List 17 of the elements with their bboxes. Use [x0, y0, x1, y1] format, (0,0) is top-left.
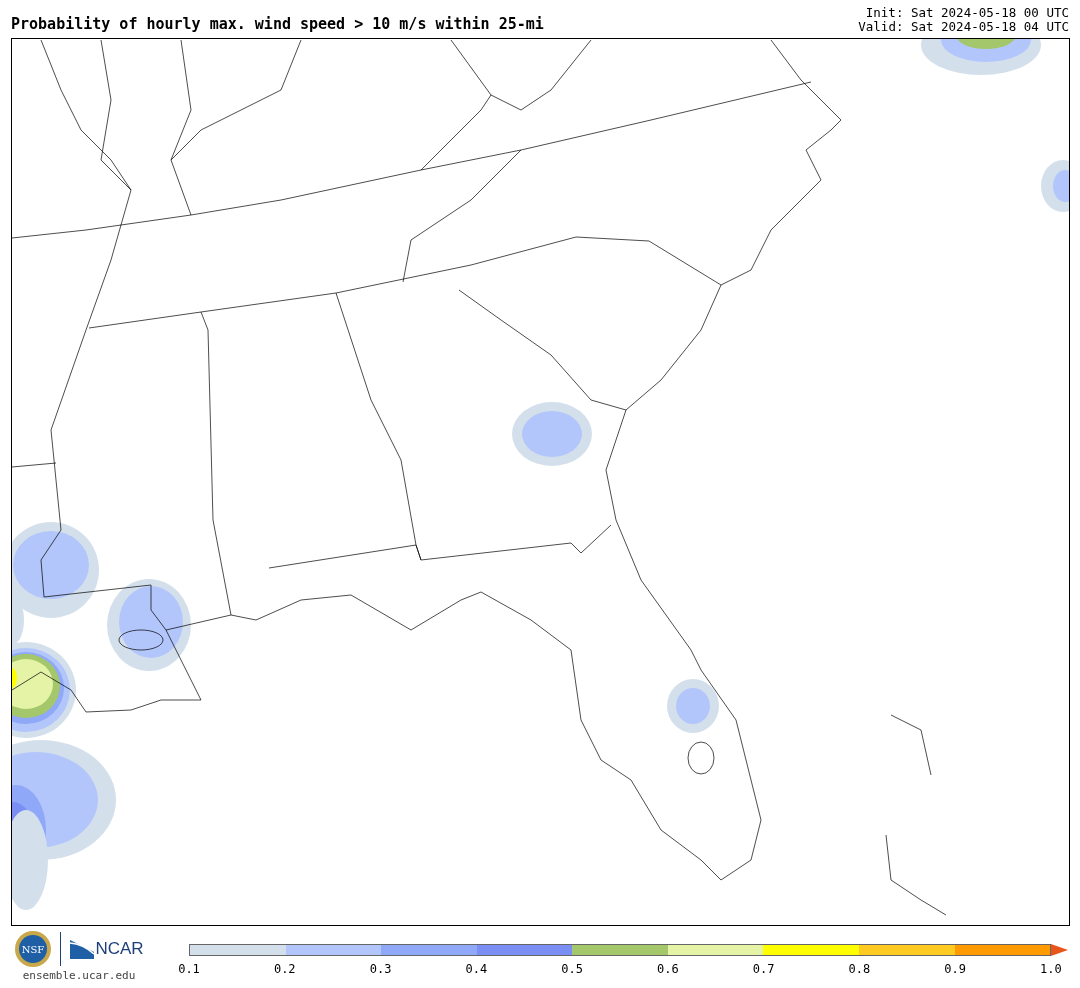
tick-label: 0.4 — [464, 961, 489, 978]
tick-label: 1.0 — [1039, 961, 1063, 978]
site-url: ensemble.ucar.edu — [22, 968, 136, 984]
tick-label: 0.1 — [177, 961, 201, 978]
tick-label: 0.8 — [847, 961, 872, 978]
tick-label: 0.5 — [560, 961, 584, 978]
tick-label: 0.9 — [943, 961, 967, 978]
tick-label: 0.2 — [272, 961, 297, 978]
ncar-logo-icon — [69, 938, 96, 960]
nsf-logo: NSF — [14, 930, 53, 968]
ncar-wordmark: NCAR — [95, 938, 144, 961]
tick-label: 0.7 — [751, 961, 776, 978]
tick-label: 0.3 — [368, 961, 393, 978]
valid-time: Valid: Sat 2024-05-18 04 UTC — [858, 20, 1069, 34]
chart-title: Probability of hourly max. wind speed > 10 m/s within 25-mi — [11, 17, 544, 35]
init-time: Init: Sat 2024-05-18 00 UTC — [864, 6, 1069, 20]
tick-label: 0.6 — [656, 961, 680, 978]
